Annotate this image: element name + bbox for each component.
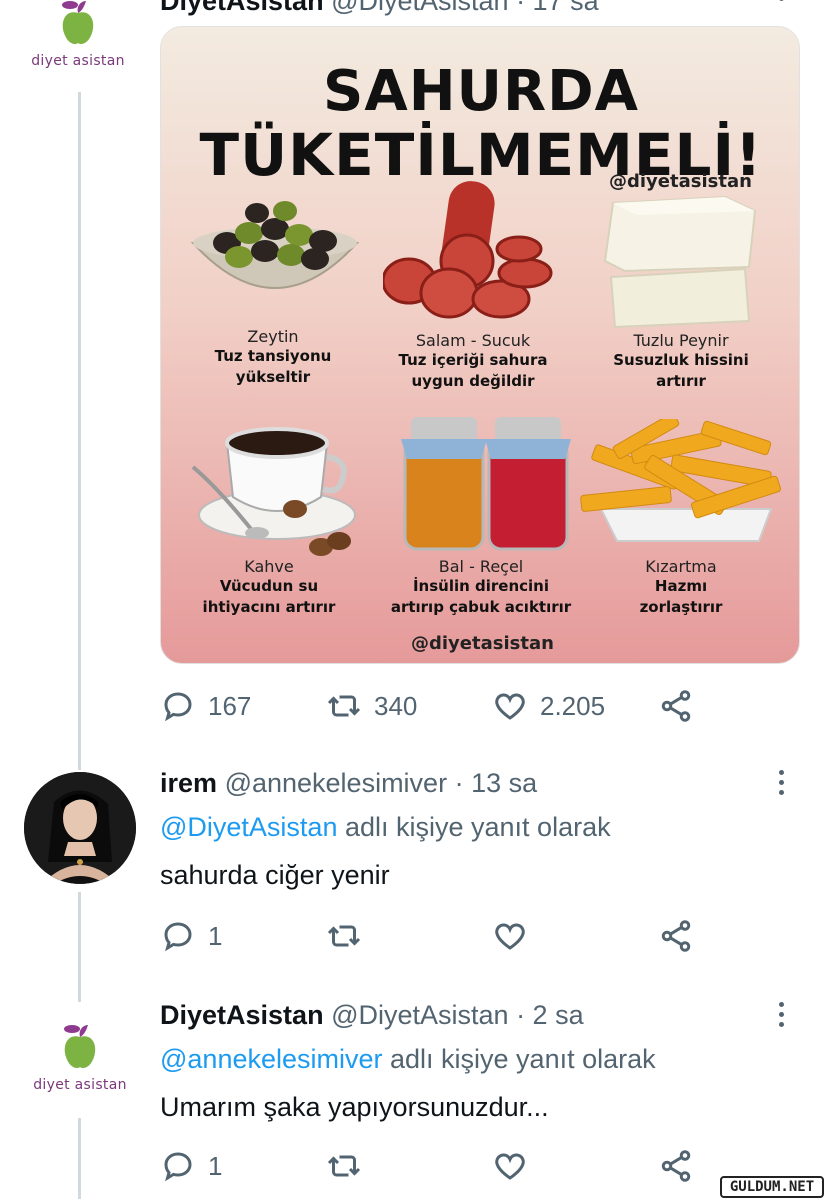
food-item: Kahve Vücudun su ihtiyacını artırır [169,557,369,618]
food-desc: uygun değildir [411,372,535,390]
apple-logo-icon [62,1,94,44]
food-name: Kızartma [645,557,717,576]
food-desc: Tuz içeriği sahura [398,351,548,369]
thread-line [78,892,81,1002]
tweet-header: DiyetAsistan @DiyetAsistan · 17 sa [160,0,599,17]
share-button[interactable] [658,916,694,956]
food-item: Bal - Reçel İnsülin direncini artırıp ça… [361,557,601,618]
like-button[interactable] [492,916,528,956]
food-name: Zeytin [247,327,299,346]
tweet-actions: 1 [160,1146,700,1186]
tweet-actions: 167 340 2.205 [160,686,700,726]
mention-link[interactable]: @annekelesimiver [160,1044,383,1074]
heart-icon [495,693,525,720]
cheese-icon [603,195,757,329]
food-desc: artırıp çabuk acıktırır [390,598,572,616]
jam-jars-icon [401,417,571,551]
retweet-button[interactable]: 340 [326,686,417,726]
retweet-icon [327,1155,361,1177]
fries-icon [580,419,781,542]
logo-text: diyet asistan [33,1077,127,1093]
food-desc: Vücudun su [219,577,319,595]
olives-icon [190,201,360,289]
user-handle[interactable]: @DiyetAsistan [331,0,508,16]
reply-count: 1 [208,920,223,951]
tweet-actions: 1 [160,916,700,956]
share-button[interactable] [658,1146,694,1186]
replying-to: @DiyetAsistan adlı kişiye yanıt olarak [160,812,611,842]
coffee-icon [191,427,356,556]
timestamp[interactable]: · 13 sa [455,768,538,798]
image-handle-bottom: @diyetasistan [411,633,554,654]
replying-to: @annekelesimiver adlı kişiye yanıt olara… [160,1044,656,1074]
food-item: Zeytin Tuz tansiyonu yükseltir [173,327,373,388]
food-desc: ihtiyacını artırır [202,598,336,616]
tweet-image[interactable]: SAHURDA TÜKETİLMEMELİ! @diyetasistan Zey… [160,26,800,664]
share-icon [661,690,691,722]
reply-button[interactable]: 1 [160,1146,222,1186]
retweet-count: 340 [374,690,418,721]
user-handle[interactable]: @DiyetAsistan [331,1000,508,1030]
retweet-button[interactable] [326,916,362,956]
food-item: Tuzlu Peynir Susuzluk hissini artırır [581,331,781,392]
heart-icon [495,1153,525,1180]
food-item: Kızartma Hazmı zorlaştırır [581,557,781,618]
image-title-line1: SAHURDA [323,59,639,124]
tweet-text: Umarım şaka yapıyorsunuzdur... [160,1092,549,1122]
food-desc: zorlaştırır [639,598,723,616]
share-button[interactable] [658,686,694,726]
heart-icon [495,923,525,950]
food-name: Bal - Reçel [438,557,524,576]
like-button[interactable]: 2.205 [492,686,605,726]
salami-icon [383,181,553,319]
logo-text: diyet asistan [31,53,125,69]
user-handle[interactable]: @annekelesimiver [225,768,448,798]
food-desc: yükseltir [235,368,311,386]
like-button[interactable] [492,1146,528,1186]
retweet-button[interactable] [326,1146,362,1186]
reply-count: 167 [208,690,252,721]
food-desc: Tuz tansiyonu [214,347,332,365]
image-handle-top: @diyetasistan [609,171,752,192]
tweet-text: sahurda ciğer yenir [160,860,390,890]
thread-line [78,92,81,770]
like-count: 2.205 [540,690,606,721]
more-options-button[interactable] [774,0,788,1]
apple-logo-icon [64,1025,96,1068]
reply-icon [164,922,192,952]
food-name: Kahve [244,557,294,576]
retweet-icon [327,695,361,717]
display-name[interactable]: irem [160,768,217,798]
share-icon [661,1150,691,1182]
more-options-button[interactable] [774,770,788,795]
food-desc: Hazmı [654,577,708,595]
profile-photo-icon [24,772,136,884]
tweet-header: DiyetAsistan @DiyetAsistan · 2 sa [160,1000,584,1031]
food-desc: Susuzluk hissini [613,351,749,369]
share-icon [661,920,691,952]
food-desc: İnsülin direncini [412,577,550,595]
retweet-icon [327,925,361,947]
reply-button[interactable]: 1 [160,916,222,956]
reply-button[interactable]: 167 [160,686,251,726]
avatar[interactable] [24,772,136,884]
display-name[interactable]: DiyetAsistan [160,0,324,16]
food-name: Salam - Sucuk [415,331,531,350]
reply-icon [164,1152,192,1182]
avatar[interactable]: diyet asistan [22,0,134,90]
display-name[interactable]: DiyetAsistan [160,1000,324,1030]
avatar[interactable]: diyet asistan [24,1002,136,1114]
food-name: Tuzlu Peynir [633,331,729,350]
more-options-button[interactable] [774,1002,788,1027]
food-item: Salam - Sucuk Tuz içeriği sahura uygun d… [373,331,573,392]
timestamp[interactable]: · 2 sa [516,1000,584,1030]
thread-line [78,1118,81,1199]
tweet-header: irem @annekelesimiver · 13 sa [160,768,537,799]
timestamp[interactable]: · 17 sa [516,0,599,16]
food-desc: artırır [656,372,706,390]
site-watermark: GULDUM.NET [720,1176,824,1198]
reply-count: 1 [208,1150,223,1181]
mention-link[interactable]: @DiyetAsistan [160,812,337,842]
reply-icon [164,692,192,722]
